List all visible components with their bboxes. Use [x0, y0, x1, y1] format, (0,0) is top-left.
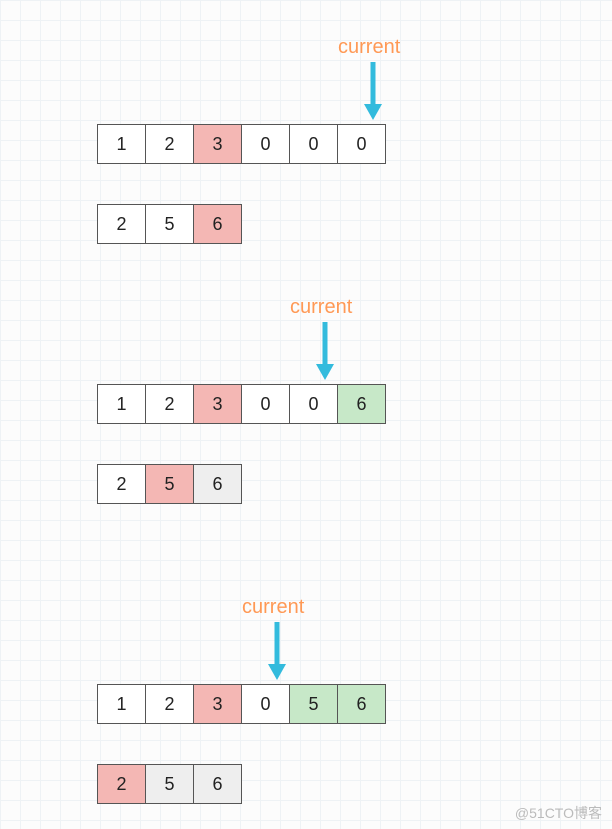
cell: 1	[97, 684, 146, 724]
arrow-down-icon	[362, 62, 384, 120]
cell: 3	[193, 384, 242, 424]
cell: 2	[97, 204, 146, 244]
cell: 6	[193, 464, 242, 504]
cell: 5	[145, 204, 194, 244]
cell: 0	[289, 384, 338, 424]
cell: 2	[145, 684, 194, 724]
cell: 0	[241, 684, 290, 724]
cell: 2	[97, 464, 146, 504]
cell: 0	[241, 124, 290, 164]
current-label: current	[338, 36, 400, 59]
cell: 5	[145, 464, 194, 504]
current-label: current	[242, 596, 304, 619]
cell: 0	[289, 124, 338, 164]
array-1-top: 1 2 3 0 0 0	[97, 124, 386, 164]
cell: 6	[193, 204, 242, 244]
cell: 6	[193, 764, 242, 804]
array-2-top: 1 2 3 0 0 6	[97, 384, 386, 424]
array-3-top: 1 2 3 0 5 6	[97, 684, 386, 724]
watermark: @51CTO博客	[515, 803, 602, 823]
cell: 0	[337, 124, 386, 164]
array-1-bottom: 2 5 6	[97, 204, 242, 244]
cell: 1	[97, 384, 146, 424]
cell: 2	[145, 384, 194, 424]
cell: 5	[289, 684, 338, 724]
array-3-bottom: 2 5 6	[97, 764, 242, 804]
cell: 3	[193, 684, 242, 724]
cell: 2	[97, 764, 146, 804]
cell: 1	[97, 124, 146, 164]
cell: 0	[241, 384, 290, 424]
cell: 2	[145, 124, 194, 164]
cell: 6	[337, 384, 386, 424]
current-label: current	[290, 296, 352, 319]
arrow-down-icon	[314, 322, 336, 380]
arrow-down-icon	[266, 622, 288, 680]
cell: 5	[145, 764, 194, 804]
array-2-bottom: 2 5 6	[97, 464, 242, 504]
cell: 3	[193, 124, 242, 164]
cell: 6	[337, 684, 386, 724]
